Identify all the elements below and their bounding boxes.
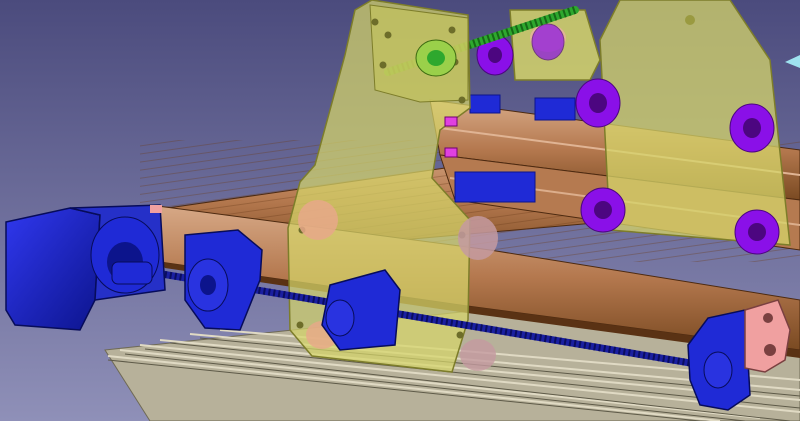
cad-3d-viewport[interactable]	[0, 0, 800, 421]
v-wheel-icon[interactable]	[734, 209, 780, 255]
v-wheel-icon[interactable]	[575, 78, 621, 128]
v-wheel-icon[interactable]	[580, 187, 626, 233]
v-wheel-icon[interactable]	[729, 103, 775, 153]
end-bracket-icon[interactable]	[150, 205, 162, 213]
cad-scene[interactable]	[0, 0, 800, 421]
